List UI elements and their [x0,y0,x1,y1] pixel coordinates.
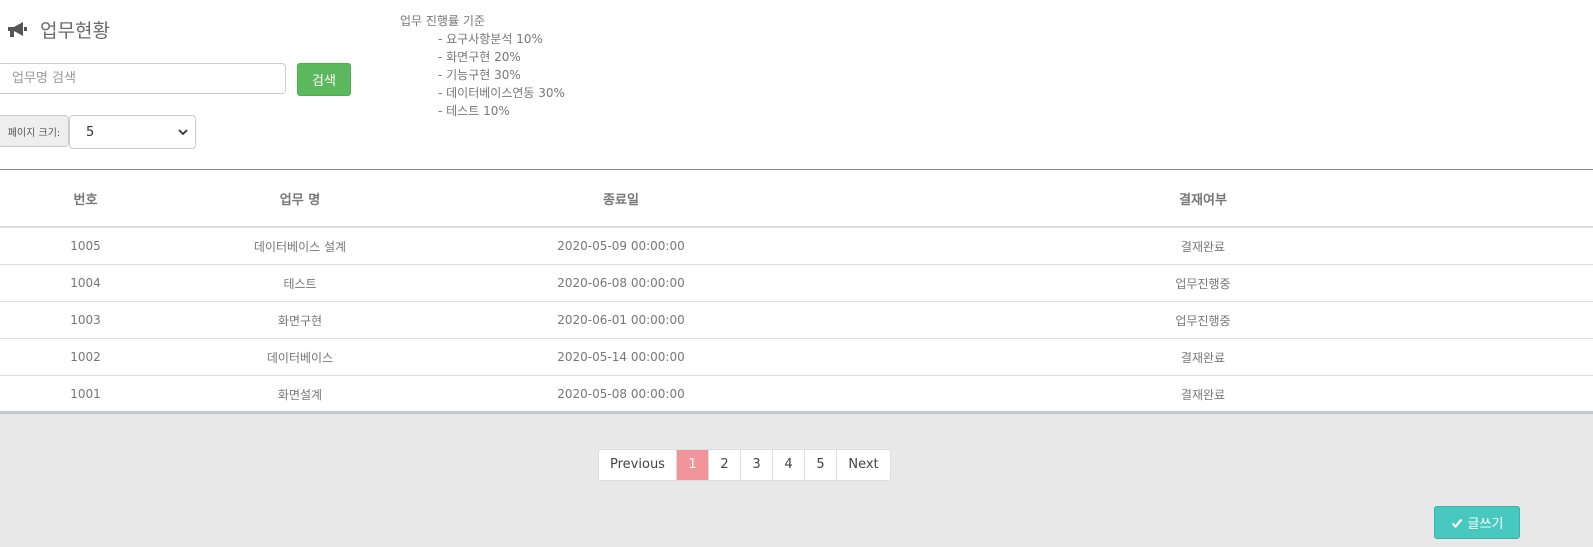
cell-task-name[interactable]: 데이터베이스 [171,338,429,376]
pagination-page-4[interactable]: 4 [772,450,804,480]
table-row[interactable]: 1004 테스트 2020-06-08 00:00:00 업무진행중 [0,264,1593,302]
check-icon [1451,518,1462,528]
cell-number: 1004 [0,264,171,302]
search-input[interactable] [0,63,286,94]
cell-end-date: 2020-06-01 00:00:00 [429,301,813,339]
cell-number: 1001 [0,375,171,412]
cell-approval: 결재완료 [813,375,1593,412]
criteria-item: - 기능구현 30% [438,68,521,82]
cell-number: 1003 [0,301,171,339]
page-title: 업무현황 [40,20,110,42]
top-panel: 업무현황 검색 페이지 크기: 5 업무 진행률 기준 - 요구사항분석 10%… [0,0,1593,170]
criteria-item: - 데이터베이스연동 30% [438,86,565,100]
pagination-page-5[interactable]: 5 [804,450,836,480]
criteria-item: - 요구사항분석 10% [438,32,543,46]
pagination-page-3[interactable]: 3 [740,450,772,480]
write-button-label: 글쓰기 [1467,517,1504,532]
cell-number: 1005 [70,239,101,253]
cell-approval: 결재완료 [813,338,1593,376]
page-size-label: 페이지 크기: [0,115,69,147]
cell-task-name[interactable]: 화면설계 [171,375,429,412]
cell-end-date: 2020-05-09 00:00:00 [557,239,685,253]
cell-approval: 업무진행중 [813,264,1593,302]
criteria-item: - 화면구현 20% [438,50,521,64]
column-header-task-name: 업무 명 [171,170,429,228]
task-table-panel: 번호 업무 명 종료일 결재여부 1005 데이터베이스 설계 2020-05-… [0,170,1593,414]
task-table: 번호 업무 명 종료일 결재여부 1005 데이터베이스 설계 2020-05-… [0,170,1593,412]
cell-end-date: 2020-05-14 00:00:00 [429,338,813,376]
column-header-end-date: 종료일 [429,170,813,228]
cell-approval: 결재완료 [1180,239,1226,254]
criteria-item: - 테스트 10% [438,104,510,118]
megaphone-icon [8,21,27,37]
column-header-approval: 결재여부 [813,170,1593,228]
cell-task-name[interactable]: 화면구현 [171,301,429,339]
cell-task-name[interactable]: 테스트 [171,264,429,302]
cell-end-date: 2020-05-08 00:00:00 [429,375,813,412]
pagination-previous[interactable]: Previous [599,450,676,480]
table-row[interactable]: 1003 화면구현 2020-06-01 00:00:00 업무진행중 [0,301,1593,339]
table-row[interactable]: 1002 데이터베이스 2020-05-14 00:00:00 결재완료 [0,338,1593,376]
chevron-down-icon [178,129,188,136]
cell-number: 1002 [0,338,171,376]
page-size-select[interactable]: 5 [69,115,196,149]
cell-task-name[interactable]: 데이터베이스 설계 [171,227,429,265]
pagination-next[interactable]: Next [836,450,890,480]
table-header-row: 번호 업무 명 종료일 결재여부 [0,170,1593,228]
pagination-page-1[interactable]: 1 [676,450,708,480]
criteria-heading: 업무 진행률 기준 [400,14,485,28]
cell-approval: 업무진행중 [813,301,1593,339]
pagination-page-2[interactable]: 2 [708,450,740,480]
cell-end-date: 2020-06-08 00:00:00 [429,264,813,302]
pagination: Previous 1 2 3 4 5 Next [598,449,891,481]
table-row[interactable]: 1001 화면설계 2020-05-08 00:00:00 결재완료 [0,375,1593,412]
page-size-value: 5 [86,124,95,140]
write-button[interactable]: 글쓰기 [1434,506,1520,539]
progress-criteria: 업무 진행률 기준 - 요구사항분석 10% - 화면구현 20% - 기능구현… [400,12,565,120]
search-button[interactable]: 검색 [297,63,351,96]
table-row[interactable]: 1005 데이터베이스 설계 2020-05-09 00:00:00 결재완료 [0,227,1593,265]
page-header: 업무현황 [6,16,110,43]
column-header-number: 번호 [0,170,171,228]
